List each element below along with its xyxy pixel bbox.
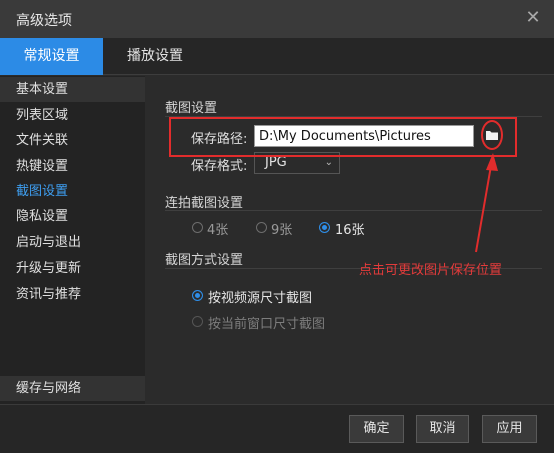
method-window-size-label: 按当前窗口尺寸截图 [208, 317, 326, 332]
sidebar-item-privacy[interactable]: 隐私设置 [0, 204, 145, 229]
sidebar-item-basic[interactable]: 基本设置 [0, 77, 145, 102]
cancel-button[interactable]: 取消 [416, 415, 469, 443]
settings-panel: 截图设置 保存路径: 保存格式: JPG ⌄ 连拍截图设置 4张 9张 16张 … [145, 76, 554, 404]
burst-9-label: 9张 [271, 223, 293, 238]
sidebar-item-file-association[interactable]: 文件关联 [0, 128, 145, 153]
save-path-input[interactable] [254, 125, 474, 147]
save-format-select[interactable]: JPG ⌄ [254, 152, 340, 174]
sidebar-item-list-area[interactable]: 列表区域 [0, 103, 145, 128]
sidebar-item-startup-exit[interactable]: 启动与退出 [0, 230, 145, 255]
ok-button[interactable]: 确定 [349, 415, 404, 443]
window-title: 高级选项 [16, 13, 72, 29]
apply-button[interactable]: 应用 [482, 415, 537, 443]
divider [165, 210, 542, 211]
close-icon[interactable]: ✕ [524, 7, 542, 29]
sidebar-item-hotkeys[interactable]: 热键设置 [0, 154, 145, 179]
annotation-text: 点击可更改图片保存位置 [359, 263, 503, 278]
chevron-down-icon: ⌄ [324, 157, 333, 168]
burst-16-label: 16张 [335, 223, 365, 238]
burst-4-label: 4张 [207, 223, 229, 238]
section-title-method: 截图方式设置 [165, 253, 244, 268]
divider [165, 116, 542, 117]
save-format-value: JPG [265, 155, 287, 170]
section-title-burst: 连拍截图设置 [165, 196, 244, 211]
method-window-size-radio [192, 316, 203, 327]
sidebar-item-screenshot[interactable]: 截图设置 [0, 179, 145, 204]
method-video-size-label: 按视频源尺寸截图 [208, 291, 313, 306]
sidebar-item-news[interactable]: 资讯与推荐 [0, 282, 145, 307]
section-title-screenshot: 截图设置 [165, 101, 218, 116]
dialog-footer: 确定 取消 应用 [0, 404, 554, 453]
title-bar: 高级选项 ✕ [0, 0, 554, 38]
tab-bar: 常规设置 播放设置 [0, 38, 554, 75]
burst-4-radio[interactable] [192, 222, 203, 233]
sidebar-item-cache-network[interactable]: 缓存与网络 [0, 376, 145, 401]
save-format-label: 保存格式: [191, 159, 248, 174]
folder-icon[interactable] [481, 124, 503, 146]
sidebar-item-upgrade[interactable]: 升级与更新 [0, 256, 145, 281]
burst-16-radio[interactable] [319, 222, 330, 233]
sidebar: 基本设置 列表区域 文件关联 热键设置 截图设置 隐私设置 启动与退出 升级与更… [0, 76, 145, 404]
method-video-size-radio[interactable] [192, 290, 203, 301]
tab-playback-settings[interactable]: 播放设置 [118, 38, 192, 75]
burst-9-radio[interactable] [256, 222, 267, 233]
tab-general-settings[interactable]: 常规设置 [0, 38, 103, 75]
save-path-label: 保存路径: [191, 132, 248, 147]
